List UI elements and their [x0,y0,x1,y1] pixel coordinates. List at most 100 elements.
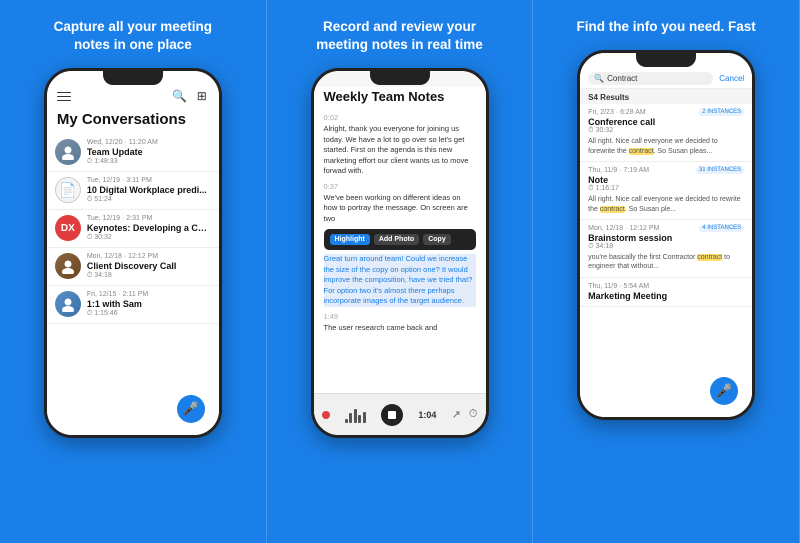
search-input[interactable]: 🔍 Contract [588,72,713,85]
result-item[interactable]: Thu, 11/9 · 7:19 AM 31 INSTANCES Note ⏱ … [580,162,752,220]
search-query: Contract [607,74,637,83]
phone1-content: 🔍 ⊞ My Conversations Wed, 12/20 · 11:20 … [47,71,219,435]
avatar [55,139,81,165]
item-name: 1:1 with Sam [87,299,211,309]
list-item[interactable]: 📄 Tue, 12/19 · 3:11 PM 10 Digital Workpl… [47,172,219,210]
result-name: Conference call [588,117,744,127]
conversations-list: Wed, 12/20 · 11:20 AM Team Update 1:48:3… [47,134,219,435]
panel-3: Find the info you need. Fast 🔍 Contract … [533,0,800,543]
result-tag: 31 INSTANCES [696,167,744,174]
result-duration: ⏱ 34:18 [588,243,744,251]
bar [349,413,352,423]
p1-top-icons: 🔍 ⊞ [173,89,209,103]
item-date: Tue, 12/19 · 2:31 PM [87,215,211,222]
avatar: DX [55,215,81,241]
item-duration: 1:48:33 [87,158,211,166]
panel-1: Capture all your meeting notes in one pl… [0,0,267,543]
avatar: 📄 [55,177,81,203]
result-preview: you're basically the first Contractor co… [588,253,744,272]
list-item[interactable]: Mon, 12/18 · 12:12 PM Client Discovery C… [47,248,219,286]
result-tag: 4 INSTANCES [699,225,744,232]
bar [363,412,366,423]
item-date: Mon, 12/18 · 12:12 PM [87,253,211,260]
stop-icon [388,411,396,419]
item-text: Tue, 12/19 · 3:11 PM 10 Digital Workplac… [87,177,211,204]
add-icon[interactable]: ⊞ [195,89,209,103]
list-item[interactable]: Fri, 12/15 · 2:11 PM 1:1 with Sam 1:15:4… [47,286,219,324]
result-date: Thu, 11/9 · 5:54 AM [588,283,744,290]
notch-2 [370,71,430,85]
blue-highlighted: Great turn around team! Could we increas… [324,254,473,305]
item-date: Tue, 12/19 · 3:11 PM [87,177,211,184]
notch-1 [103,71,163,85]
notch-3 [636,53,696,67]
highlight-button[interactable]: Highlight [330,234,370,245]
item-date: Wed, 12/20 · 11:20 AM [87,139,211,146]
panel-2: Record and review your meeting notes in … [267,0,534,543]
share-icon[interactable]: ↗ [452,408,461,421]
phone-1: 🔍 ⊞ My Conversations Wed, 12/20 · 11:20 … [44,68,222,438]
result-duration: ⏱ 30:32 [588,127,744,135]
add-photo-button[interactable]: Add Photo [374,234,419,245]
mic-button[interactable]: 🎤 [710,377,738,405]
result-preview: All right. Nice call everyone we decided… [588,195,744,214]
text-toolbar[interactable]: Highlight Add Photo Copy [324,229,476,250]
item-name: Team Update [87,147,211,157]
list-item[interactable]: DX Tue, 12/19 · 2:31 PM Keynotes: Develo… [47,210,219,248]
result-name: Brainstorm session [588,233,744,243]
record-dot [322,411,330,419]
notes-scroll[interactable]: 0:02 Alright, thank you everyone for joi… [314,108,486,393]
conversations-title: My Conversations [47,107,219,134]
highlight: contract [697,254,722,261]
result-preview: All right. Nice call everyone we decided… [588,137,744,156]
item-name: 10 Digital Workplace predi... [87,185,211,195]
item-text: Fri, 12/15 · 2:11 PM 1:1 with Sam 1:15:4… [87,291,211,318]
result-tag: 2 INSTANCES [699,109,744,116]
playback-icons: ↗ ⏱ [452,408,478,421]
note-text-1: Alright, thank you everyone for joining … [324,124,476,177]
panel-2-headline: Record and review your meeting notes in … [310,18,490,54]
copy-button[interactable]: Copy [423,234,451,245]
stop-button[interactable] [381,404,403,426]
item-text: Wed, 12/20 · 11:20 AM Team Update 1:48:3… [87,139,211,166]
recording-bar: 1:04 ↗ ⏱ [314,393,486,435]
result-date: Thu, 11/9 · 7:19 AM 31 INSTANCES [588,167,744,174]
search-icon[interactable]: 🔍 [173,89,187,103]
phone-2: Weekly Team Notes 0:02 Alright, thank yo… [311,68,489,438]
result-name: Marketing Meeting [588,291,744,301]
highlight: contract [629,148,654,155]
item-duration: 51:24 [87,196,211,204]
result-date: Fri, 2/23 · 6:28 AM 2 INSTANCES [588,109,744,116]
item-text: Mon, 12/18 · 12:12 PM Client Discovery C… [87,253,211,280]
list-item[interactable]: Wed, 12/20 · 11:20 AM Team Update 1:48:3… [47,134,219,172]
cancel-button[interactable]: Cancel [719,74,744,83]
result-item[interactable]: Mon, 12/18 · 12:12 PM 4 INSTANCES Brains… [580,220,752,278]
note-text-2: We've been working on different ideas on… [324,193,476,225]
result-date: Mon, 12/18 · 12:12 PM 4 INSTANCES [588,225,744,232]
panel-1-headline: Capture all your meeting notes in one pl… [43,18,223,54]
item-name: Keynotes: Developing a Cu... [87,223,211,233]
highlight: contract [600,206,625,213]
speed-icon[interactable]: ⏱ [469,408,478,421]
item-date: Fri, 12/15 · 2:11 PM [87,291,211,298]
avatar [55,253,81,279]
timestamp-3: 1:49 [324,312,476,321]
result-item[interactable]: Fri, 2/23 · 6:28 AM 2 INSTANCES Conferen… [580,104,752,162]
item-duration: 1:15:46 [87,310,211,318]
phone3-content: 🔍 Contract Cancel S4 Results Fri, 2/23 ·… [580,53,752,417]
phone-3: 🔍 Contract Cancel S4 Results Fri, 2/23 ·… [577,50,755,420]
item-text: Tue, 12/19 · 2:31 PM Keynotes: Developin… [87,215,211,242]
results-label: S4 Results [580,89,752,104]
bar [354,409,357,423]
note-text-3: The user research came back and [324,323,476,334]
highlighted-text: Great turn around team! Could we increas… [324,254,476,307]
phone2-content: Weekly Team Notes 0:02 Alright, thank yo… [314,71,486,435]
audio-waveform [345,407,366,423]
timestamp-1: 0:02 [324,113,476,122]
panel-3-headline: Find the info you need. Fast [577,18,756,36]
hamburger-icon[interactable] [57,92,71,102]
timestamp-2: 0:37 [324,182,476,191]
time-display: 1:04 [418,410,436,420]
result-item[interactable]: Thu, 11/9 · 5:54 AM Marketing Meeting [580,278,752,307]
item-duration: 30:32 [87,234,211,242]
